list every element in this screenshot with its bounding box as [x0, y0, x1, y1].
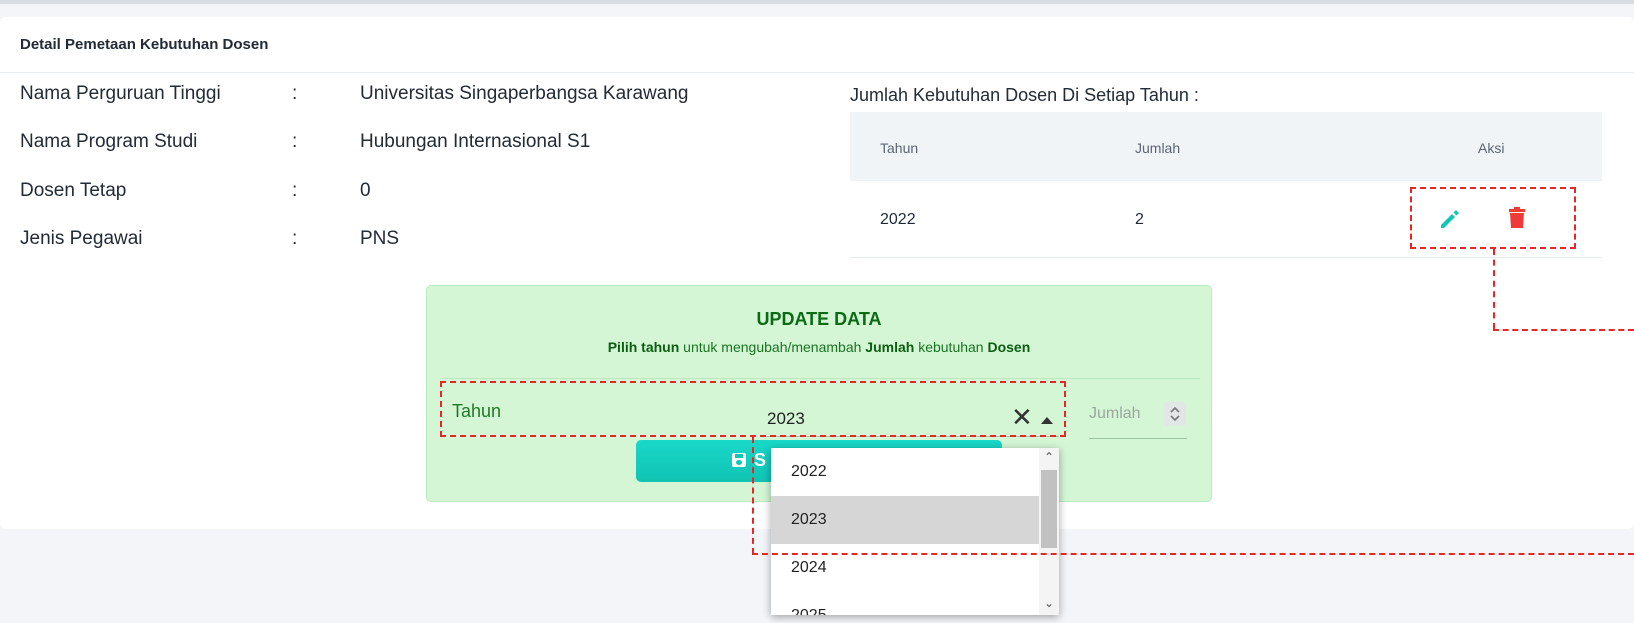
- column-header-aksi: Aksi: [1478, 140, 1505, 156]
- scroll-down-icon[interactable]: ⌄: [1043, 596, 1055, 610]
- tahun-option-selected[interactable]: 2023: [771, 496, 1039, 544]
- card-header: Detail Pemetaan Kebutuhan Dosen: [0, 17, 1634, 73]
- update-subtitle-text-1: untuk mengubah/menambah: [679, 339, 866, 355]
- card-title: Detail Pemetaan Kebutuhan Dosen: [20, 36, 269, 53]
- floppy-disk-icon: [732, 453, 746, 467]
- tahun-option-label: 2022: [791, 463, 827, 480]
- caret-up-icon[interactable]: [1041, 417, 1053, 424]
- table-header: Tahun Jumlah Aksi: [850, 112, 1602, 181]
- info-value: Universitas Singaperbangsa Karawang: [360, 83, 689, 104]
- info-label: Nama Perguruan Tinggi: [20, 83, 221, 104]
- tahun-option-label: 2023: [791, 511, 827, 528]
- clear-icon[interactable]: ✕: [1011, 404, 1033, 430]
- table-row: 2022 2: [850, 181, 1602, 258]
- tahun-option-label: 2025: [791, 607, 827, 615]
- tahun-dropdown[interactable]: 2022 2023 2024 2025 ⌃ ⌄: [771, 448, 1059, 615]
- jumlah-stepper[interactable]: [1164, 402, 1186, 426]
- edit-button[interactable]: [1435, 203, 1465, 233]
- table-title: Jumlah Kebutuhan Dosen Di Setiap Tahun :: [850, 85, 1199, 105]
- cell-tahun: 2022: [880, 211, 916, 228]
- update-subtitle-bold-1: Pilih tahun: [607, 339, 680, 355]
- info-label: Nama Program Studi: [20, 131, 198, 152]
- update-subtitle-text-2: kebutuhan: [914, 339, 988, 355]
- tahun-option-label: 2024: [791, 559, 827, 576]
- stepper-icon: [1170, 406, 1180, 422]
- tahun-option[interactable]: 2025: [771, 592, 1039, 615]
- info-colon: :: [292, 228, 298, 249]
- trash-icon: [1509, 207, 1525, 228]
- info-label: Dosen Tetap: [20, 180, 127, 201]
- scroll-up-icon[interactable]: ⌃: [1043, 450, 1055, 464]
- pencil-icon: [1441, 210, 1459, 228]
- update-subtitle-bold-3: Dosen: [987, 339, 1031, 355]
- jumlah-input[interactable]: Jumlah: [1089, 405, 1141, 423]
- save-button-label: S: [754, 450, 767, 470]
- scrollbar-thumb[interactable]: [1041, 470, 1057, 548]
- update-title: UPDATE DATA: [756, 309, 882, 329]
- tahun-select[interactable]: 2023: [767, 409, 805, 429]
- jumlah-underline: [1089, 438, 1187, 439]
- column-header-tahun: Tahun: [880, 140, 919, 156]
- info-value: PNS: [360, 228, 400, 249]
- info-colon: :: [292, 131, 298, 152]
- dropdown-scrollbar[interactable]: ⌃ ⌄: [1039, 448, 1059, 615]
- info-label: Jenis Pegawai: [20, 228, 143, 249]
- tahun-label: Tahun: [452, 401, 502, 421]
- update-subtitle-bold-2: Jumlah: [865, 339, 915, 355]
- update-subtitle: Pilih tahun untuk mengubah/menambah Juml…: [427, 339, 1211, 355]
- tahun-option[interactable]: 2024: [771, 544, 1039, 592]
- info-value: Hubungan Internasional S1: [360, 131, 591, 152]
- tahun-option[interactable]: 2022: [771, 448, 1039, 496]
- info-colon: :: [292, 83, 298, 104]
- cell-jumlah: 2: [1135, 211, 1144, 228]
- delete-button[interactable]: [1502, 203, 1532, 233]
- info-colon: :: [292, 180, 298, 201]
- top-divider: [0, 0, 1634, 4]
- update-divider: [442, 378, 1200, 379]
- tahun-underline: [767, 436, 1059, 437]
- info-value: 0: [360, 180, 371, 201]
- column-header-jumlah: Jumlah: [1135, 140, 1181, 156]
